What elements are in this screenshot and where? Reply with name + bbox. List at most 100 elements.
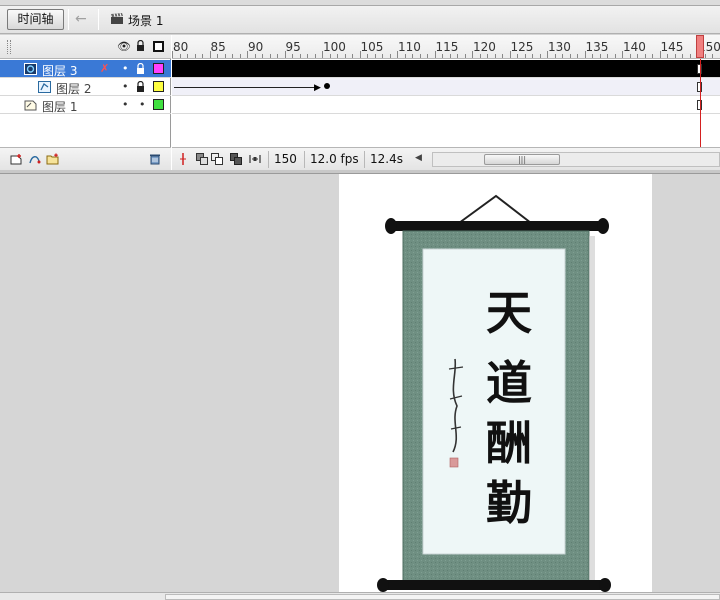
back-arrow-icon[interactable]: ← <box>75 11 87 27</box>
ruler-tick <box>577 54 578 58</box>
ruler-tick <box>637 54 638 58</box>
ruler-tick <box>584 51 586 58</box>
stage-canvas[interactable]: 天 道 酬 勤 <box>339 174 652 592</box>
ruler-tick <box>277 54 278 58</box>
frame-ruler[interactable]: 80 85 90 95 100 105 110 115 120 125 130 135 140 145 15… <box>172 35 720 59</box>
frame-rate-field[interactable]: 12.0 fps <box>304 151 360 168</box>
keyframe-dot[interactable] <box>324 83 330 89</box>
frames-footer: 150 12.0 fps 12.4s ◀ ||| <box>172 147 720 170</box>
outline-color-swatch[interactable] <box>153 99 164 110</box>
ruler-tick <box>434 51 436 58</box>
layer-name[interactable]: 图层 1 <box>42 98 77 115</box>
add-motion-guide-icon[interactable] <box>28 153 42 165</box>
onion-skin-icon[interactable] <box>196 153 208 165</box>
ruler-tick <box>652 54 653 58</box>
stage-scrollbar-thumb[interactable] <box>165 594 720 600</box>
pencil-crossed-icon: ✗ <box>100 62 110 75</box>
ruler-tick <box>292 54 293 58</box>
layers-pane: 👁 图层 3 ✗ • 图层 2 • 图层 1 • • <box>0 35 171 170</box>
ruler-tick <box>224 54 226 58</box>
frames-pane: 80 85 90 95 100 105 110 115 120 125 130 135 140 145 15… <box>172 35 720 170</box>
ruler-tick <box>232 54 233 58</box>
edit-multiple-frames-icon[interactable] <box>230 153 242 165</box>
layer-row-layer3[interactable]: 图层 3 ✗ • <box>0 60 171 78</box>
ruler-tick <box>539 54 541 58</box>
toolbar-separator <box>68 9 69 30</box>
outline-all-icon[interactable] <box>153 41 164 52</box>
ruler-tick <box>524 54 526 58</box>
ruler-tick <box>554 54 556 58</box>
trash-icon[interactable] <box>148 153 162 165</box>
onion-skin-outlines-icon[interactable] <box>211 153 223 165</box>
ruler-tick <box>307 54 308 58</box>
scrollbar-thumb[interactable]: ||| <box>484 154 560 165</box>
frame-row-layer3[interactable] <box>172 60 720 78</box>
scroll-left-arrow-icon[interactable]: ◀ <box>415 153 422 163</box>
ruler-tick <box>442 54 443 58</box>
normal-layer-icon <box>24 100 37 111</box>
frame-row-layer1[interactable] <box>172 96 720 114</box>
ruler-tick <box>397 51 398 58</box>
ruler-tick <box>262 54 263 58</box>
ruler-tick <box>359 51 361 58</box>
layer-name[interactable]: 图层 2 <box>56 80 91 97</box>
ruler-tick <box>172 51 173 58</box>
ruler-tick <box>667 54 668 58</box>
ruler-tick <box>337 54 338 58</box>
layer-row-layer1[interactable]: 图层 1 • • <box>0 96 171 114</box>
ruler-tick <box>314 54 316 58</box>
hanging-scroll-artwork[interactable]: 天 道 酬 勤 <box>339 174 652 592</box>
ruler-tick <box>344 54 346 58</box>
ruler-tick <box>389 54 391 58</box>
layer-name[interactable]: 图层 3 <box>42 62 77 79</box>
ruler-tick <box>689 54 691 58</box>
outline-color-swatch[interactable] <box>153 81 164 92</box>
ruler-tick <box>404 54 406 58</box>
ruler-tick <box>614 54 616 58</box>
timeline-toggle-button[interactable]: 时间轴 <box>7 9 64 30</box>
lock-dot[interactable]: • <box>139 98 146 111</box>
panel-grip[interactable] <box>7 40 11 54</box>
ruler-tick <box>202 54 203 58</box>
show-hide-all-eye-icon[interactable]: 👁 <box>117 40 131 53</box>
scene-breadcrumb[interactable]: 场景 1 <box>128 12 163 29</box>
ruler-tick <box>284 51 286 58</box>
ruler-tick <box>494 54 496 58</box>
lock-icon[interactable] <box>136 81 145 92</box>
toolbar-separator <box>98 9 99 30</box>
elapsed-time-field: 12.4s <box>364 151 406 168</box>
ruler-tick <box>674 54 676 58</box>
layers-footer <box>0 147 171 170</box>
timeline-horizontal-scrollbar[interactable]: ◀ ||| <box>415 152 720 167</box>
ruler-tick <box>509 51 511 58</box>
visibility-dot[interactable]: • <box>122 80 129 93</box>
ruler-tick <box>187 54 188 58</box>
ruler-tick <box>412 54 413 58</box>
modify-onion-markers-icon[interactable] <box>249 153 261 165</box>
frame-row-layer2[interactable]: ▶ <box>172 78 720 96</box>
visibility-dot[interactable]: • <box>122 62 129 75</box>
motion-tween-arrow <box>174 87 318 88</box>
lock-icon[interactable] <box>136 63 145 74</box>
ruler-tick <box>569 54 571 58</box>
ruler-tick <box>374 54 376 58</box>
layer-row-layer2[interactable]: 图层 2 • <box>0 78 171 96</box>
calligraphy-char: 勤 <box>486 476 532 530</box>
center-frame-icon[interactable] <box>177 153 189 165</box>
ruler-tick <box>547 51 548 58</box>
ruler-tick <box>457 54 458 58</box>
insert-layer-icon[interactable] <box>10 153 24 165</box>
ruler-tick <box>682 54 683 58</box>
ruler-tick <box>644 54 646 58</box>
ruler-tick <box>712 54 713 58</box>
insert-folder-icon[interactable] <box>46 153 60 165</box>
stage-horizontal-scrollbar[interactable] <box>0 592 720 600</box>
ruler-tick-label: 145 <box>660 40 684 54</box>
ruler-tick-label: 115 <box>435 40 459 54</box>
visibility-dot[interactable]: • <box>122 98 129 111</box>
outline-color-swatch[interactable] <box>153 63 164 74</box>
calligraphy-char: 酬 <box>486 416 532 470</box>
ruler-tick <box>239 54 241 58</box>
lock-all-icon[interactable] <box>136 40 145 51</box>
playhead[interactable] <box>696 35 704 58</box>
